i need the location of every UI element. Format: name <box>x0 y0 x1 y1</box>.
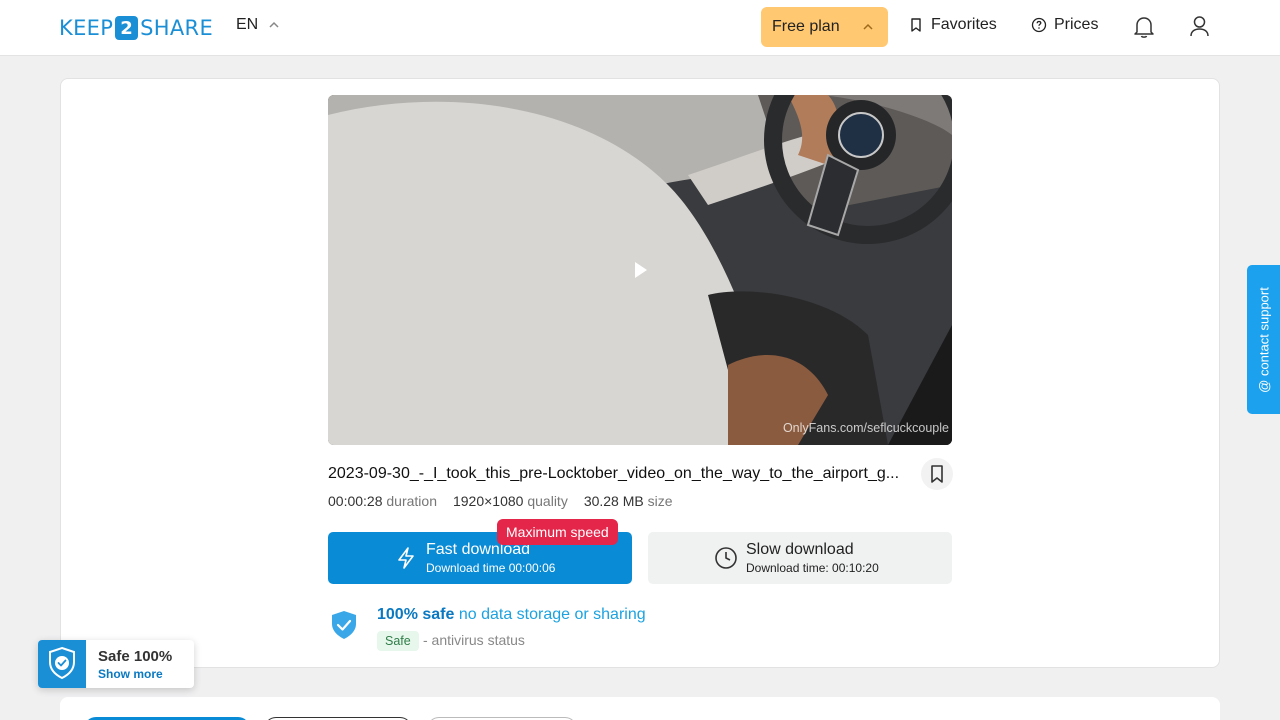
bookmark-icon <box>931 465 943 483</box>
top-header: KEEP 2 SHARE EN Free plan Favorites Pric… <box>0 0 1280 56</box>
chevron-up-icon <box>269 21 279 28</box>
show-more-link[interactable]: Show more <box>98 667 163 681</box>
safe-widget[interactable]: Safe 100% Show more <box>38 640 194 688</box>
play-icon[interactable] <box>633 260 649 280</box>
antivirus-status-text: - antivirus status <box>423 632 525 648</box>
notification-bell-icon[interactable] <box>1133 15 1155 39</box>
secondary-card <box>60 697 1220 720</box>
duration-value: 00:00:28 <box>328 493 383 509</box>
logo-text-share: SHARE <box>140 16 214 40</box>
slow-download-time: Download time: 00:10:20 <box>746 561 879 575</box>
file-meta: 00:00:28 duration 1920×1080 quality 30.2… <box>328 493 689 509</box>
video-watermark: OnlyFans.com/seflcuckcouple <box>782 421 949 435</box>
safe-widget-icon-box <box>38 640 86 688</box>
safety-title: 100% safe no data storage or sharing <box>377 606 646 624</box>
shield-check-icon <box>332 611 356 639</box>
language-label: EN <box>236 16 259 33</box>
bookmark-icon <box>911 18 921 32</box>
size-label: size <box>647 493 673 509</box>
file-name: 2023-09-30_-_I_took_this_pre-Locktober_v… <box>328 465 900 482</box>
slow-download-title: Slow download <box>746 541 854 558</box>
favorites-link[interactable]: Favorites <box>908 16 997 34</box>
size-value: 30.28 MB <box>583 493 644 509</box>
duration-label: duration <box>386 493 437 509</box>
contact-support-button[interactable]: @ contact support <box>1247 265 1280 414</box>
prices-label: Prices <box>1054 16 1099 33</box>
user-profile-icon[interactable] <box>1189 15 1210 38</box>
slow-download-button[interactable]: Slow download Download time: 00:10:20 <box>648 532 952 584</box>
free-plan-label: Free plan <box>772 18 840 35</box>
quality-value: 1920×1080 <box>452 493 524 509</box>
lightning-icon <box>398 547 414 569</box>
add-to-favorites-button[interactable] <box>921 458 953 490</box>
safety-title-bold: 100% safe <box>377 606 455 623</box>
video-player[interactable]: OnlyFans.com/seflcuckcouple <box>328 95 952 445</box>
size-info: 30.28 MB size <box>584 493 673 509</box>
logo-text-keep: KEEP <box>59 16 114 40</box>
chevron-up-icon <box>863 23 873 30</box>
quality-label: quality <box>527 493 568 509</box>
duration-info: 00:00:28 duration <box>328 493 437 509</box>
maximum-speed-badge: Maximum speed <box>497 519 618 545</box>
fast-download-time: Download time 00:00:06 <box>426 561 556 575</box>
quality-info: 1920×1080 quality <box>453 493 568 509</box>
safe-widget-title: Safe 100% <box>98 648 173 665</box>
language-selector[interactable]: EN <box>236 16 280 34</box>
contact-support-label: @ contact support <box>1256 286 1271 393</box>
logo-text-2: 2 <box>115 16 139 40</box>
prices-link[interactable]: Prices <box>1031 16 1098 34</box>
clock-icon <box>715 547 737 569</box>
safety-title-rest: no data storage or sharing <box>458 606 646 623</box>
safe-status-badge: Safe <box>377 631 419 651</box>
shield-check-icon <box>49 646 75 680</box>
free-plan-button[interactable]: Free plan <box>761 7 888 47</box>
help-circle-icon <box>1031 17 1047 33</box>
keep2share-logo[interactable]: KEEP 2 SHARE <box>59 14 213 42</box>
favorites-label: Favorites <box>931 16 997 33</box>
